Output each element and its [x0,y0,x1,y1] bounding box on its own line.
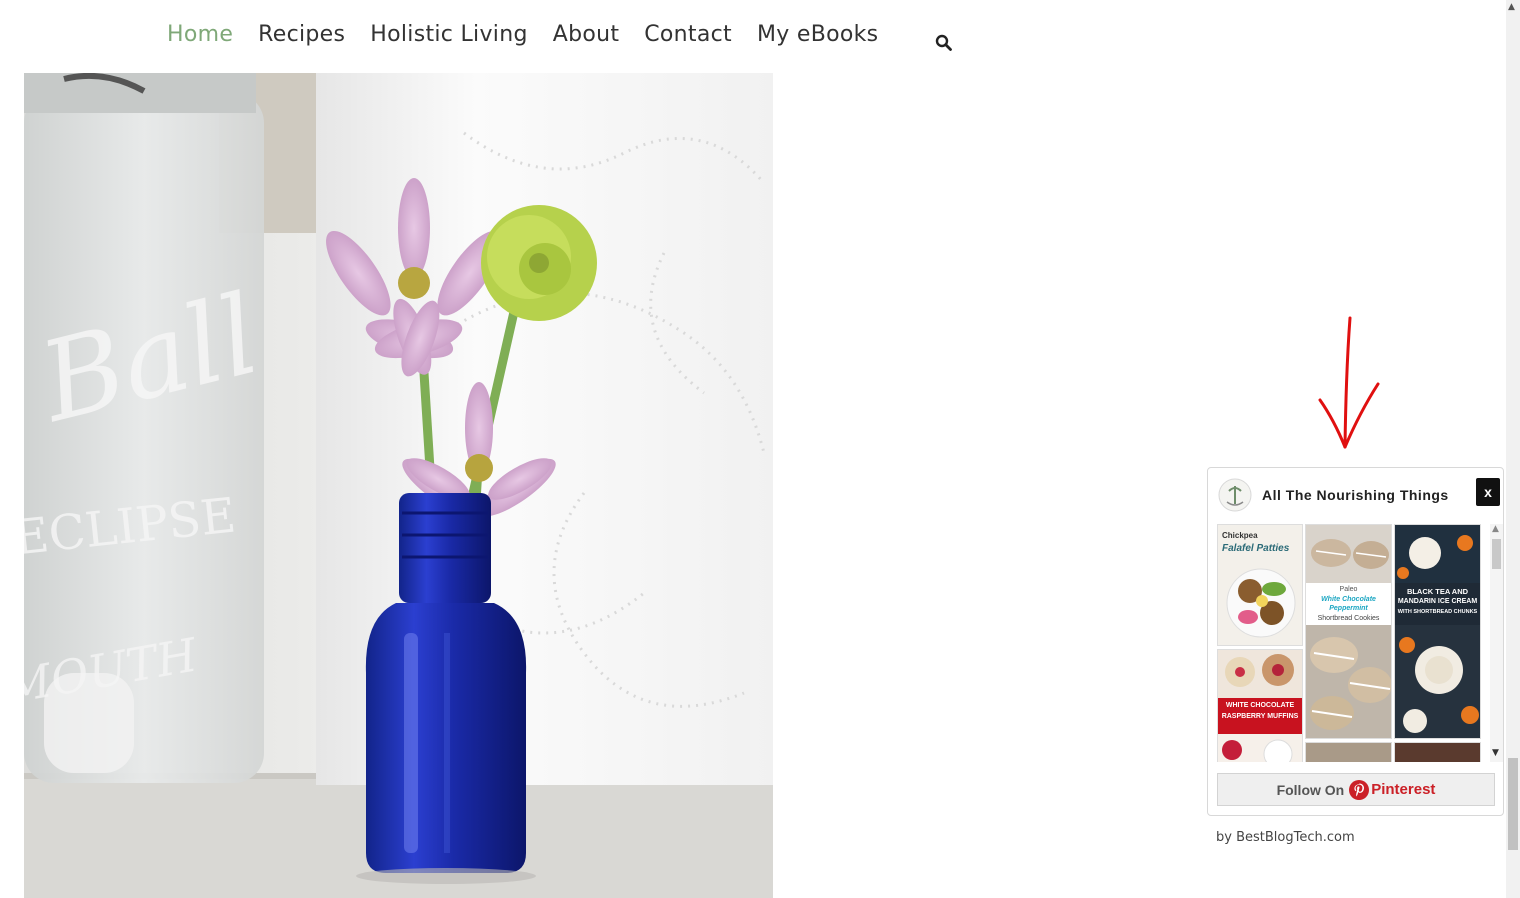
pinterest-widget: All The Nourishing Things x Chickpea Fal… [1207,467,1504,816]
pin-falafel-patties[interactable]: Chickpea Falafel Patties [1217,524,1303,646]
pin-caption-9: MANDARIN ICE CREAM [1397,598,1478,605]
cookies-top-image [1306,525,1391,585]
top-navigation: Home Recipes Holistic Living About Conta… [0,0,1506,72]
nav-item-about[interactable]: About [553,22,620,47]
pin-grid: Chickpea Falafel Patties WHITE CHOCOLATE… [1217,524,1481,762]
pin-partial-bottom-right[interactable] [1394,742,1481,762]
nav-menu: Home Recipes Holistic Living About Conta… [167,22,903,47]
pin-caption-1: Chickpea [1222,531,1258,540]
flowers-in-blue-bottle-image: Ball ECLIPSE MOUTH [24,73,773,898]
pin-black-tea-ice-cream[interactable]: BLACK TEA AND MANDARIN ICE CREAM WITH SH… [1394,524,1481,739]
pin-caption-6: White Chocolate Peppermint [1321,596,1376,612]
follow-on-pinterest-button[interactable]: Follow On Pinterest [1217,773,1495,806]
pin-caption-10: WITH SHORTBREAD CHUNKS [1397,609,1478,615]
cookies-bottom-image [1306,625,1391,738]
page-scrollbar[interactable]: ▲ [1506,0,1520,898]
pin-peppermint-shortbread[interactable]: Paleo White Chocolate Peppermint Shortbr… [1305,524,1392,739]
widget-scrollbar-thumb[interactable] [1492,539,1501,569]
pin-raspberry-muffins[interactable]: WHITE CHOCOLATE RASPBERRY MUFFINS [1217,649,1303,762]
follow-label: Follow On [1276,781,1345,798]
falafel-plate-image [1226,568,1296,638]
widget-credit-link[interactable]: by BestBlogTech.com [1216,830,1355,845]
pinterest-label: Pinterest [1371,781,1436,798]
ice-cream-top-image [1395,525,1480,583]
pin-caption-4: RASPBERRY MUFFINS [1221,713,1299,720]
search-icon[interactable] [935,34,953,52]
pin-caption-8: BLACK TEA AND [1406,587,1469,596]
close-button[interactable]: x [1476,478,1500,506]
nav-item-my-ebooks[interactable]: My eBooks [757,22,878,47]
blog-logo-icon [1218,478,1252,512]
nav-item-recipes[interactable]: Recipes [258,22,345,47]
pin-caption-3: WHITE CHOCOLATE [1225,702,1295,709]
pin-caption-2: Falafel Patties [1222,543,1290,554]
widget-scrollbar[interactable]: ▲ ▼ [1490,524,1503,762]
nav-item-home[interactable]: Home [167,22,233,47]
page-scrollbar-thumb[interactable] [1508,758,1518,850]
pin-partial-bottom-middle[interactable] [1305,742,1392,762]
widget-scroll-up-icon[interactable]: ▲ [1492,524,1499,534]
scroll-up-arrow-icon[interactable]: ▲ [1508,2,1515,12]
red-arrow-annotation-icon [1318,316,1380,449]
nav-item-contact[interactable]: Contact [644,22,732,47]
raspberries-image [1218,734,1302,762]
pinterest-logo-icon [1349,779,1370,800]
widget-scroll-down-icon[interactable]: ▼ [1492,748,1499,758]
widget-title[interactable]: All The Nourishing Things [1262,487,1449,503]
hero-photo: Ball ECLIPSE MOUTH [24,73,773,898]
muffins-image [1225,654,1294,687]
ice-cream-bottom-image [1395,625,1480,738]
pin-caption-7: Shortbread Cookies [1317,615,1380,622]
pin-caption-5: Paleo [1339,586,1358,593]
nav-item-holistic-living[interactable]: Holistic Living [370,22,527,47]
